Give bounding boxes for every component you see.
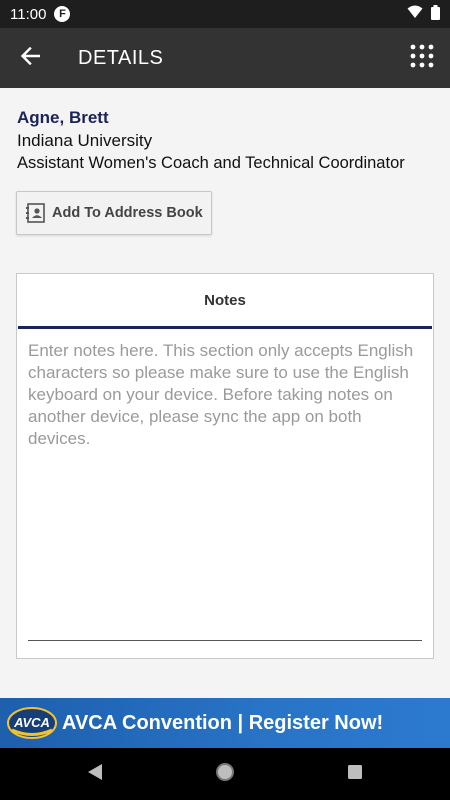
notes-title: Notes <box>204 291 246 309</box>
notes-input-underline <box>28 640 422 641</box>
avca-logo-text: AVCA <box>13 715 50 730</box>
triangle-back-icon <box>87 763 103 785</box>
status-icons <box>407 4 440 24</box>
avca-convention-banner[interactable]: AVCA AVCA Convention | Register Now! <box>0 698 450 748</box>
banner-text: AVCA Convention | Register Now! <box>62 711 384 734</box>
contact-organization: Indiana University <box>17 131 153 150</box>
status-time: 11:00 <box>10 5 47 23</box>
battery-icon <box>431 4 440 24</box>
circle-home-icon <box>215 762 235 786</box>
contact-role: Assistant Women's Coach and Technical Co… <box>17 154 405 172</box>
avca-logo-icon: AVCA <box>6 703 58 743</box>
back-button[interactable] <box>0 28 60 88</box>
notes-divider <box>18 326 432 329</box>
contact-card-icon <box>26 203 46 223</box>
notification-badge-icon: F <box>54 6 71 22</box>
nav-back-button[interactable] <box>30 748 160 800</box>
system-nav-bar <box>0 748 450 800</box>
contact-name: Agne, Brett <box>17 108 109 127</box>
add-to-address-book-button[interactable]: Add To Address Book <box>16 191 212 235</box>
grid-menu-icon <box>410 44 434 72</box>
add-to-address-book-label: Add To Address Book <box>52 205 203 221</box>
notes-card: Notes <box>16 273 434 659</box>
nav-recents-button[interactable] <box>290 748 420 800</box>
details-content: Agne, Brett Indiana University Assistant… <box>0 88 450 698</box>
arrow-back-icon <box>20 46 41 69</box>
wifi-icon <box>407 5 423 23</box>
nav-home-button[interactable] <box>160 748 290 800</box>
notes-input[interactable] <box>28 340 424 640</box>
status-bar: 11:00 F <box>0 0 450 28</box>
app-bar: DETAILS <box>0 28 450 88</box>
square-recents-icon <box>347 764 363 784</box>
page-title: DETAILS <box>78 46 164 69</box>
grid-menu-button[interactable] <box>394 28 450 88</box>
